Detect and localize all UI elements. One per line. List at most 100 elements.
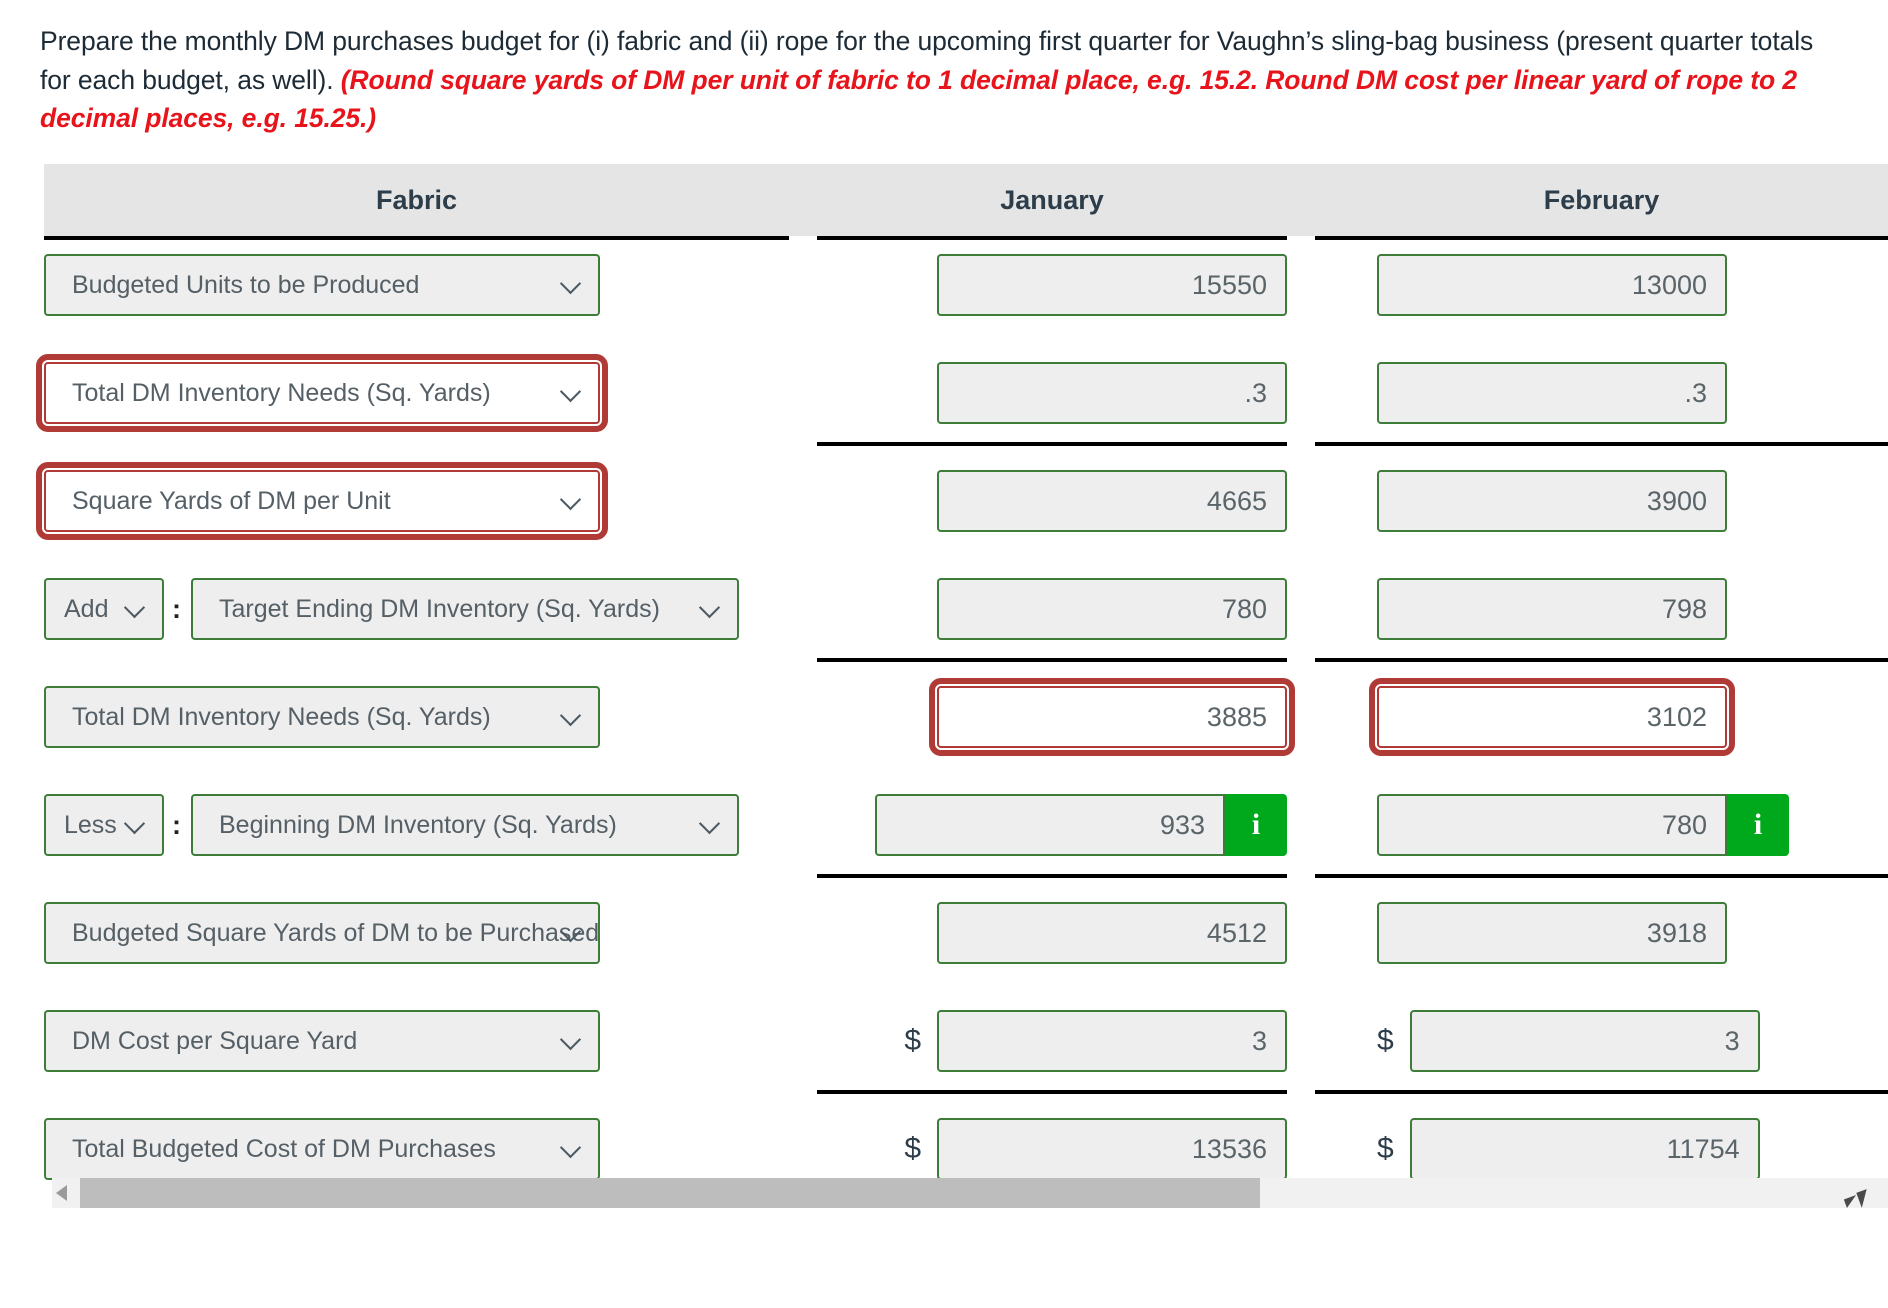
row-label-select-4-label: Total DM Inventory Needs (Sq. Yards) xyxy=(72,702,491,731)
header-gap-2 xyxy=(1287,164,1315,236)
value-wrapper: $13536 xyxy=(904,1118,1287,1181)
january-value-input[interactable]: 13536 xyxy=(937,1118,1287,1181)
january-value-input[interactable]: 4512 xyxy=(937,902,1287,965)
row-label-select-7[interactable]: DM Cost per Square Yard xyxy=(44,1010,600,1073)
value-wrapper: 4665 xyxy=(937,470,1287,533)
january-value-input[interactable]: 3 xyxy=(937,1010,1287,1073)
table-row: Add: Target Ending DM Inventory (Sq. Yard… xyxy=(44,560,1888,668)
row-label-cell: Total DM Inventory Needs (Sq. Yards) xyxy=(44,668,789,749)
row-label-select-1-label: Total DM Inventory Needs (Sq. Yards) xyxy=(72,378,491,407)
february-value-input[interactable]: 13000 xyxy=(1377,254,1727,317)
row-label-select-4[interactable]: Total DM Inventory Needs (Sq. Yards) xyxy=(44,686,600,749)
horizontal-scrollbar[interactable] xyxy=(52,1178,1888,1209)
row-label-select-2-label: Square Yards of DM per Unit xyxy=(72,486,391,515)
table-row: Square Yards of DM per Unit 4665 3900 xyxy=(36,452,1888,560)
value-wrapper: 3918 xyxy=(1377,902,1727,965)
currency-symbol: $ xyxy=(1377,1024,1394,1058)
january-value-input[interactable]: 933 xyxy=(875,794,1225,857)
operator-select-3[interactable]: Add xyxy=(44,578,164,641)
chevron-down-icon xyxy=(126,599,144,617)
chevron-down-icon xyxy=(562,491,580,509)
chevron-down-icon xyxy=(562,383,580,401)
february-cell: $3 xyxy=(1315,992,1888,1073)
february-cell: 3918 xyxy=(1315,884,1888,965)
february-value-input[interactable]: 3102 xyxy=(1369,678,1735,757)
value-wrapper: 798 xyxy=(1377,578,1727,641)
row-label-cell: DM Cost per Square Yard xyxy=(44,992,789,1073)
row-label-select-3[interactable]: Target Ending DM Inventory (Sq. Yards) xyxy=(191,578,739,641)
chevron-down-icon xyxy=(562,1139,580,1157)
value-wrapper: .3 xyxy=(937,362,1287,425)
row-label-cell: Total Budgeted Cost of DM Purchases xyxy=(44,1100,789,1181)
currency-symbol: $ xyxy=(904,1132,921,1166)
february-cell: 13000 xyxy=(1315,236,1888,317)
operator-select-3-label: Add xyxy=(64,594,109,623)
value-wrapper: .3 xyxy=(1377,362,1727,425)
scroll-left-arrow-icon[interactable] xyxy=(56,1185,67,1202)
input-with-info-badge: 933 i xyxy=(875,794,1287,857)
january-cell: .3 xyxy=(817,344,1287,425)
january-value-input[interactable]: .3 xyxy=(937,362,1287,425)
row-label-cell: Less: Beginning DM Inventory (Sq. Yards) xyxy=(44,776,789,857)
row-label-cell: Budgeted Units to be Produced xyxy=(44,236,789,317)
january-cell: 3885 xyxy=(817,668,1295,757)
value-wrapper: 3900 xyxy=(1377,470,1727,533)
february-value-input[interactable]: 3918 xyxy=(1377,902,1727,965)
table-row: DM Cost per Square Yard $3 $3 xyxy=(44,992,1888,1100)
header-fabric: Fabric xyxy=(44,164,789,241)
operator-row: Add: Target Ending DM Inventory (Sq. Yard… xyxy=(44,578,789,641)
row-label-select-0[interactable]: Budgeted Units to be Produced xyxy=(44,254,600,317)
info-icon[interactable]: i xyxy=(1225,794,1287,857)
february-cell: 3900 xyxy=(1315,452,1888,533)
january-cell: 15550 xyxy=(817,236,1287,317)
february-value-input[interactable]: 3900 xyxy=(1377,470,1727,533)
row-label-cell: Total DM Inventory Needs (Sq. Yards) xyxy=(36,344,789,433)
january-value-input[interactable]: 15550 xyxy=(937,254,1287,317)
february-value-input[interactable]: 798 xyxy=(1377,578,1727,641)
table-row: Budgeted Square Yards of DM to be Purcha… xyxy=(44,884,1888,992)
february-value-input[interactable]: 3 xyxy=(1409,1010,1760,1073)
header-gap-1 xyxy=(789,164,817,236)
header-january: January xyxy=(817,164,1287,241)
january-value-input[interactable]: 4665 xyxy=(937,470,1287,533)
january-cell: $13536 xyxy=(817,1100,1287,1181)
dm-purchases-budget-table: Fabric January February Budgeted Units t… xyxy=(0,164,1888,1209)
january-cell: 780 xyxy=(817,560,1287,641)
currency-symbol: $ xyxy=(904,1024,921,1058)
currency-symbol: $ xyxy=(1377,1132,1394,1166)
chevron-down-icon xyxy=(701,815,719,833)
row-label-select-5[interactable]: Beginning DM Inventory (Sq. Yards) xyxy=(191,794,739,857)
row-label-select-2[interactable]: Square Yards of DM per Unit xyxy=(36,462,608,541)
table-body: Budgeted Units to be Produced 15550 13000 T… xyxy=(36,236,1888,1208)
february-value-input[interactable]: 780 xyxy=(1377,794,1727,857)
february-cell: 780 i xyxy=(1315,776,1888,857)
row-label-select-6[interactable]: Budgeted Square Yards of DM to be Purcha… xyxy=(44,902,600,965)
value-wrapper: 3102 xyxy=(1369,678,1735,757)
row-label-select-8[interactable]: Total Budgeted Cost of DM Purchases xyxy=(44,1118,600,1181)
table-row: Total DM Inventory Needs (Sq. Yards) .3 .3 xyxy=(36,344,1888,452)
value-wrapper: 933 i xyxy=(875,794,1287,857)
row-label-select-0-label: Budgeted Units to be Produced xyxy=(72,270,420,299)
row-label-select-7-label: DM Cost per Square Yard xyxy=(72,1026,358,1055)
row-label-select-5-label: Beginning DM Inventory (Sq. Yards) xyxy=(219,810,617,839)
january-cell: 933 i xyxy=(817,776,1287,857)
value-wrapper: 13000 xyxy=(1377,254,1727,317)
chevron-down-icon xyxy=(701,599,719,617)
table-row: Less: Beginning DM Inventory (Sq. Yards) 9… xyxy=(44,776,1888,884)
february-cell: .3 xyxy=(1315,344,1888,425)
row-label-select-1[interactable]: Total DM Inventory Needs (Sq. Yards) xyxy=(36,354,608,433)
info-icon[interactable]: i xyxy=(1727,794,1789,857)
value-wrapper: 780 xyxy=(937,578,1287,641)
operator-select-5[interactable]: Less xyxy=(44,794,164,857)
february-value-input[interactable]: 11754 xyxy=(1409,1118,1760,1181)
january-value-input[interactable]: 3885 xyxy=(929,678,1295,757)
scrollbar-thumb[interactable] xyxy=(80,1178,1260,1209)
february-cell: $11754 xyxy=(1315,1100,1888,1181)
february-value-input[interactable]: .3 xyxy=(1377,362,1727,425)
february-cell: 798 xyxy=(1315,560,1888,641)
row-label-select-8-label: Total Budgeted Cost of DM Purchases xyxy=(72,1134,496,1163)
february-cell: 3102 xyxy=(1315,668,1888,757)
chevron-down-icon xyxy=(562,707,580,725)
january-value-input[interactable]: 780 xyxy=(937,578,1287,641)
value-wrapper: $11754 xyxy=(1377,1118,1760,1181)
